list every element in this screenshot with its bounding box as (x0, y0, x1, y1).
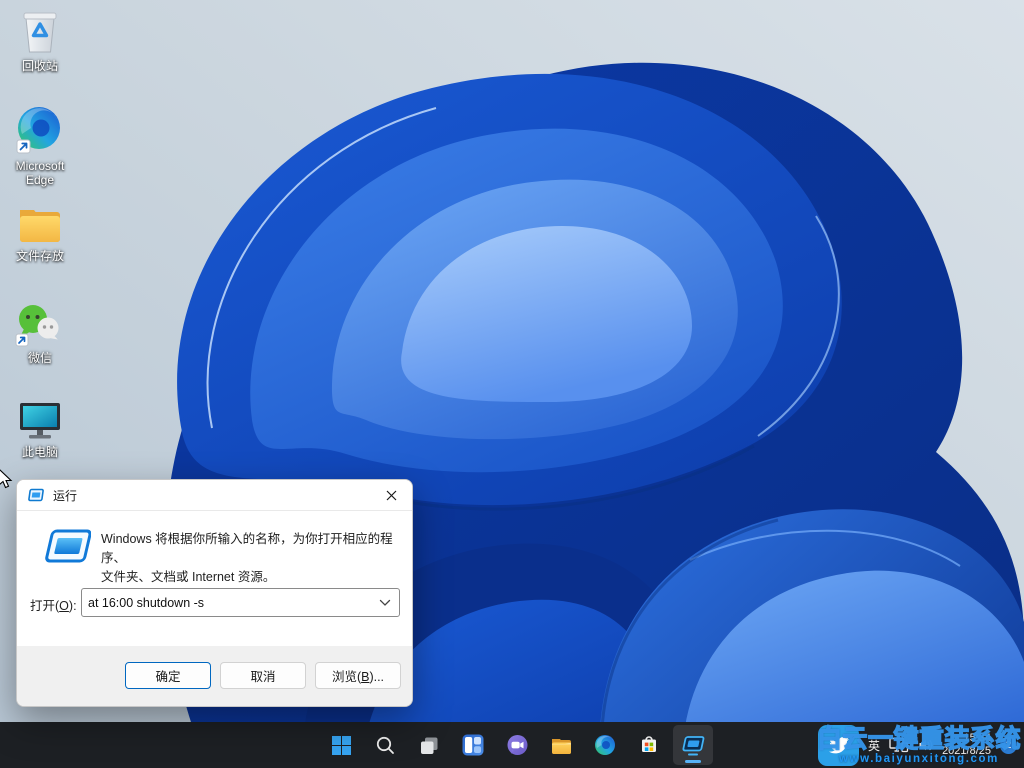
file-explorer-button[interactable] (541, 725, 581, 765)
ok-button[interactable]: 确定 (125, 662, 211, 689)
store-icon (638, 734, 660, 756)
desktop-icon-wechat[interactable]: 微信 (3, 302, 77, 365)
search-icon (375, 735, 396, 756)
tray-date: 2021/8/25 (942, 745, 991, 758)
edge-icon (14, 104, 66, 156)
taskbar-clock[interactable]: 15:34 2021/8/25 (942, 732, 991, 758)
this-pc-icon (16, 400, 64, 442)
desktop-icon-microsoft-edge[interactable]: Microsoft Edge (3, 104, 77, 187)
run-command-input[interactable] (82, 596, 379, 610)
volume-icon[interactable] (918, 738, 933, 752)
browse-button[interactable]: 浏览(B)... (315, 662, 401, 689)
desktop-icon-label: 文件存放 (16, 249, 64, 263)
desktop-icon-this-pc[interactable]: 此电脑 (3, 400, 77, 459)
run-dialog-titlebar[interactable]: 运行 (17, 480, 412, 511)
close-icon[interactable] (370, 480, 412, 510)
edge-taskbar-button[interactable] (585, 725, 625, 765)
taskbar-center (321, 722, 713, 768)
desktop-icon-label: Microsoft Edge (3, 159, 77, 187)
file-explorer-icon (550, 735, 573, 756)
widgets-button[interactable] (453, 725, 493, 765)
wechat-icon (14, 302, 66, 348)
run-app-button[interactable] (673, 725, 713, 765)
description-line2: 文件夹、文档或 Internet 资源。 (101, 570, 275, 584)
desktop-icon-label: 回收站 (22, 59, 58, 73)
desktop-icon-recycle-bin[interactable]: 回收站 (3, 6, 77, 73)
windows-logo-icon (331, 735, 352, 756)
chat-icon (506, 734, 529, 757)
store-button[interactable] (629, 725, 669, 765)
run-window-icon-large (43, 526, 91, 568)
active-app-indicator (685, 760, 701, 763)
run-command-combobox[interactable] (81, 588, 400, 617)
display-device-icon[interactable] (889, 737, 909, 753)
open-label: 打开(O): (30, 595, 77, 614)
task-view-icon (419, 735, 440, 756)
start-button[interactable] (321, 725, 361, 765)
cancel-button[interactable]: 取消 (220, 662, 306, 689)
chevron-down-icon[interactable] (379, 599, 391, 607)
task-view-button[interactable] (409, 725, 449, 765)
chat-button[interactable] (497, 725, 537, 765)
folder-icon (15, 202, 65, 246)
recycle-bin-icon (17, 6, 63, 56)
widgets-icon (462, 734, 484, 756)
dialog-title: 运行 (53, 487, 77, 504)
edge-icon (594, 734, 616, 756)
desktop-icon-label: 微信 (28, 351, 52, 365)
run-window-icon (28, 488, 45, 503)
desktop-icon-file-storage[interactable]: 文件存放 (3, 202, 77, 263)
system-tray: 英 15:34 2021/8/25 2 (818, 722, 1024, 768)
dialog-footer: 确定 取消 浏览(B)... (17, 646, 412, 706)
dialog-description: Windows 将根据你所输入的名称，为你打开相应的程序、 文件夹、文档或 In… (101, 530, 400, 587)
desktop: 回收站 Microsoft Edge 文件存放 (0, 0, 1024, 768)
notification-badge[interactable]: 2 (1000, 737, 1017, 754)
tray-time: 15:34 (942, 732, 991, 745)
run-dialog: 运行 Windows 将根据你所输入的名称，为你打开相应的程序、 文件夹、文档或… (16, 479, 413, 707)
twitter-brand-icon[interactable] (818, 725, 859, 766)
taskbar: 英 15:34 2021/8/25 2 (0, 722, 1024, 768)
input-language-indicator[interactable]: 英 (868, 737, 880, 754)
desktop-icon-label: 此电脑 (22, 445, 58, 459)
run-window-icon (680, 734, 706, 756)
description-line1: Windows 将根据你所输入的名称，为你打开相应的程序、 (101, 532, 393, 565)
search-button[interactable] (365, 725, 405, 765)
